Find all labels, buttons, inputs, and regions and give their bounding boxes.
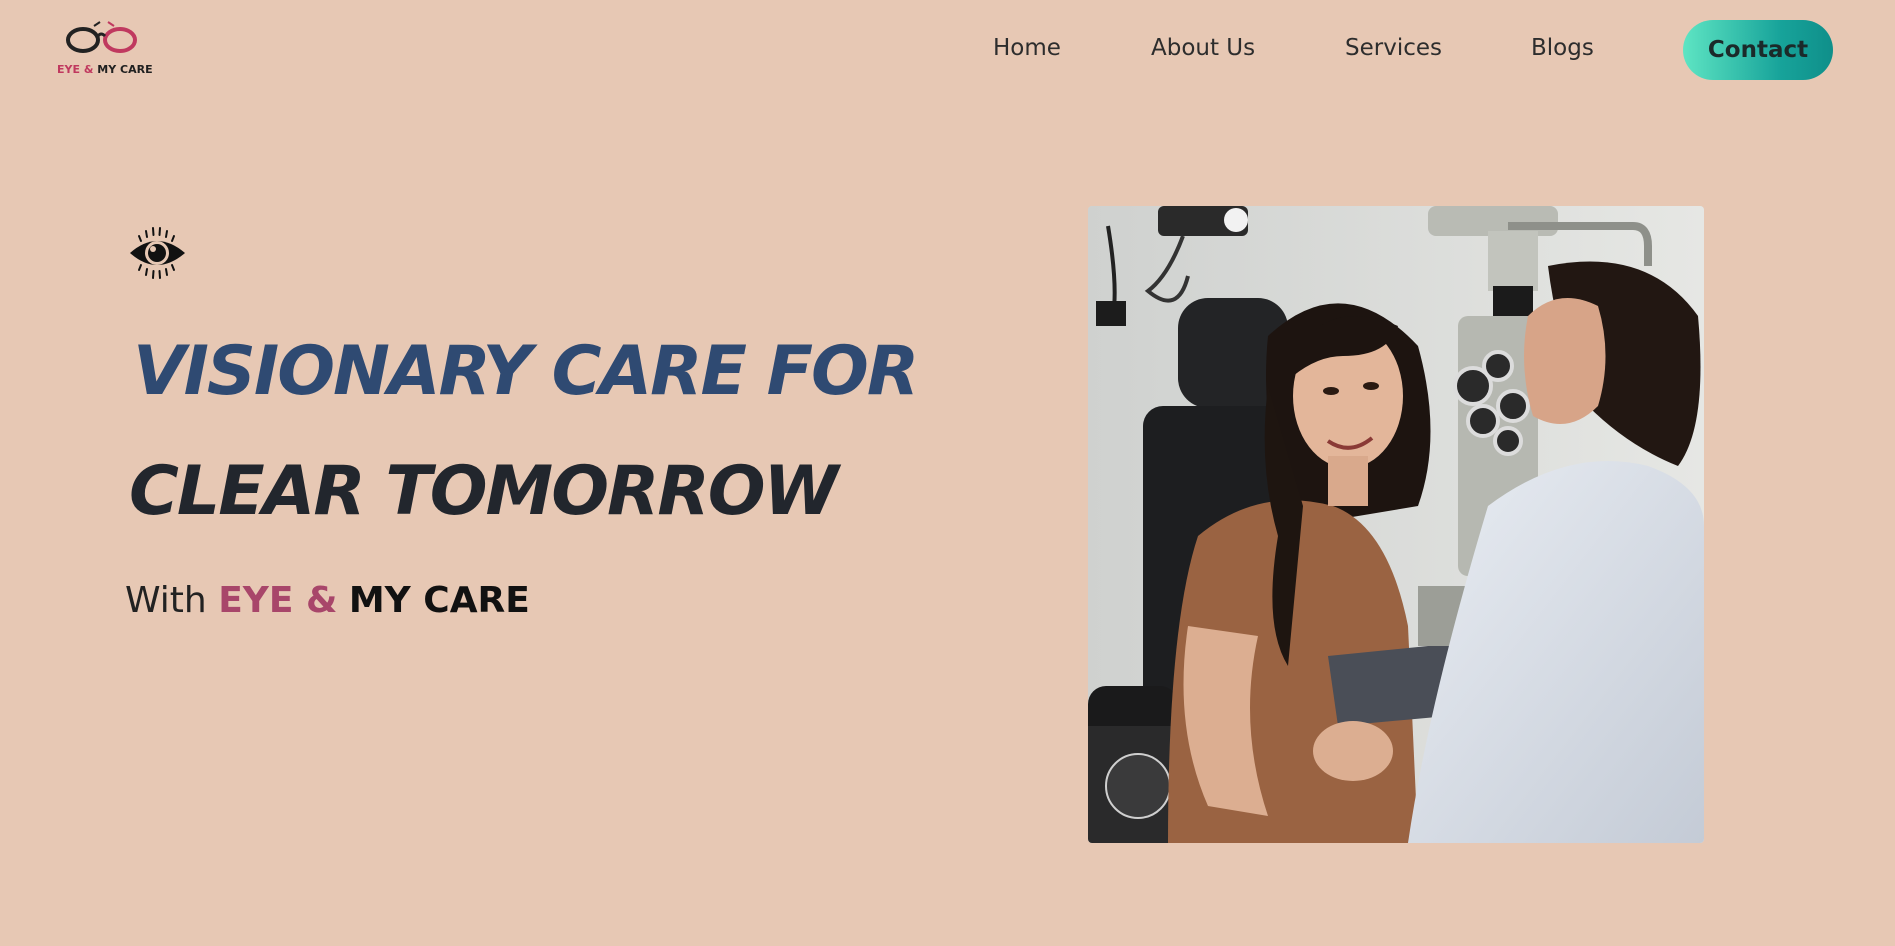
tagline: With EYE & MY CARE [125,580,530,621]
headline-line-1: VISIONARY CARE FOR [133,332,919,411]
logo-text-pink: EYE & [57,63,94,76]
tagline-with: With [125,580,207,621]
glasses-icon [66,21,137,53]
contact-button[interactable]: Contact [1683,20,1833,80]
site-header: EYE & MY CARE Home About Us Services Blo… [0,0,1895,110]
eye-icon [127,225,189,285]
tagline-brand-dark: MY CARE [348,580,530,621]
headline-line-2: CLEAR TOMORROW [129,452,839,531]
nav-blogs[interactable]: Blogs [1531,35,1594,61]
eye-exam-photo [1088,206,1704,843]
logo[interactable]: EYE & MY CARE [56,20,156,80]
tagline-brand-pink: EYE & [218,580,338,621]
nav-about-us[interactable]: About Us [1151,35,1255,61]
logo-text: EYE & MY CARE [57,63,153,76]
logo-text-dark: MY CARE [97,63,153,76]
nav-services[interactable]: Services [1345,35,1442,61]
nav-home[interactable]: Home [993,35,1061,61]
